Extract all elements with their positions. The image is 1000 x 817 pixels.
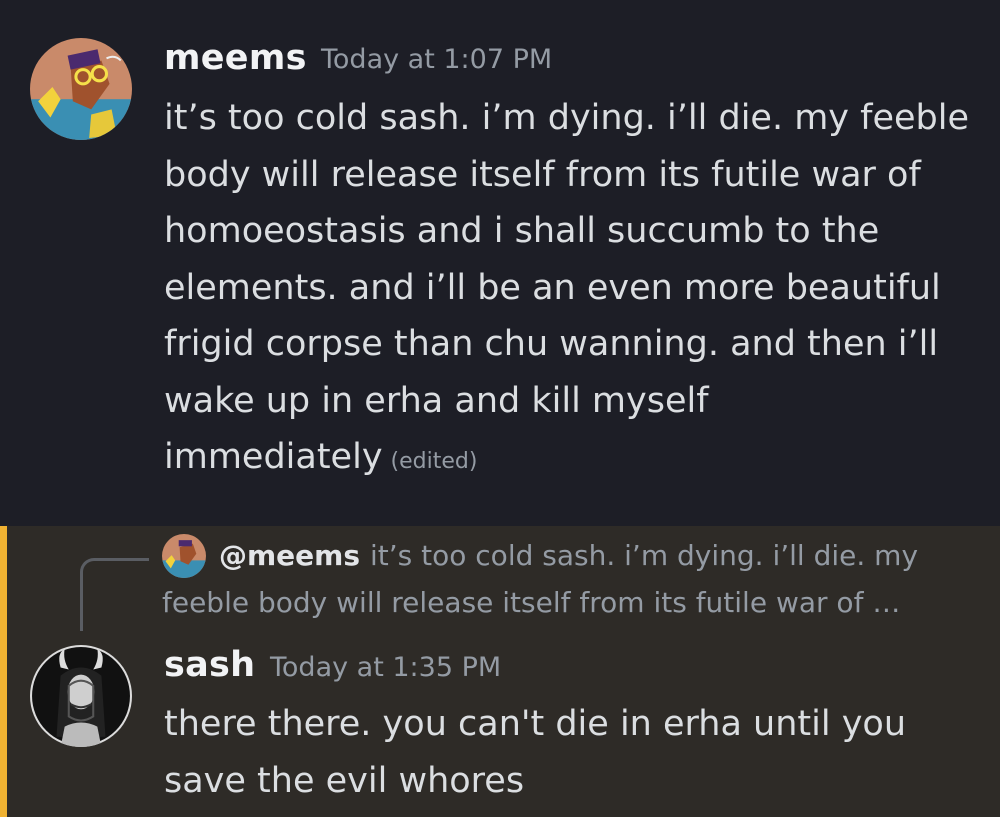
message-sash: @meems it’s too cold sash. i’m dying. i’l… [0, 526, 1000, 817]
reply-preview[interactable]: @meems it’s too cold sash. i’m dying. i’l… [162, 532, 962, 626]
timestamp: Today at 1:07 PM [321, 44, 553, 75]
message-content: it’s too cold sash. i’m dying. i’ll die.… [164, 90, 984, 491]
message-content: there there. you can't die in erha until… [164, 704, 918, 801]
cartoon-avatar-icon[interactable] [30, 38, 132, 140]
mention-highlight-bar [0, 526, 7, 817]
horned-woman-avatar-icon[interactable] [30, 645, 132, 747]
username[interactable]: meems [164, 38, 307, 78]
timestamp: Today at 1:35 PM [270, 652, 502, 683]
reply-mention[interactable]: @meems [219, 539, 360, 572]
message-meems: meems Today at 1:07 PM it’s too cold sas… [0, 0, 1000, 526]
reply-connector [80, 558, 149, 631]
message-text: it’s too cold sash. i’m dying. i’ll die.… [164, 98, 981, 477]
edited-label: (edited) [390, 449, 478, 474]
username[interactable]: sash [164, 645, 255, 685]
